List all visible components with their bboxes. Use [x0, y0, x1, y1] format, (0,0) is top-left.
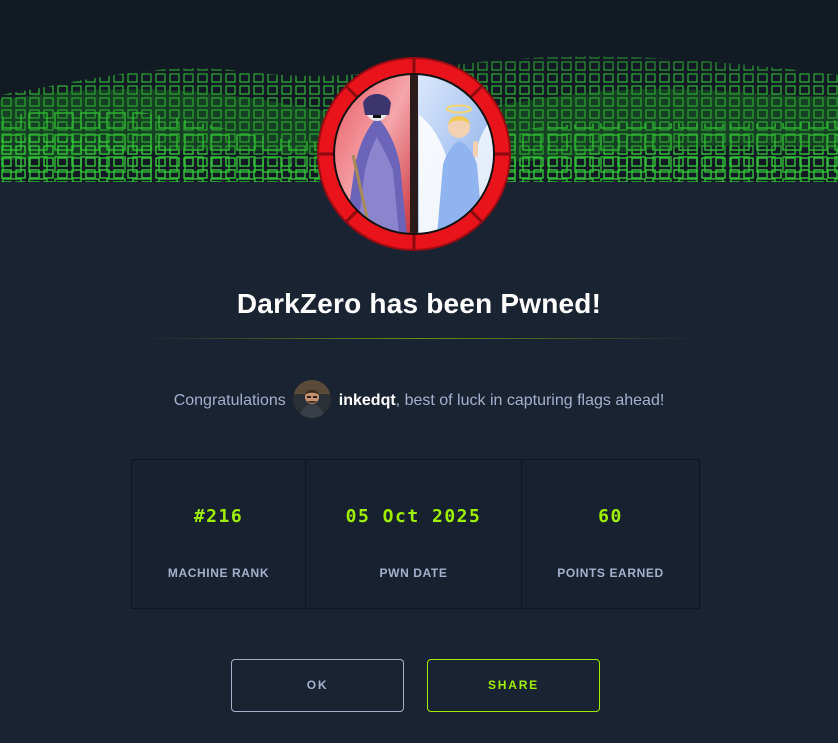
machine-avatar-icon: [315, 55, 513, 253]
stat-value: 05 Oct 2025: [345, 506, 482, 527]
stat-label: MACHINE RANK: [167, 566, 270, 580]
congrats-message: Congratulations inkedqt, best of luck in…: [0, 379, 838, 423]
stat-label: PWN DATE: [379, 566, 448, 580]
ok-button[interactable]: OK: [231, 659, 404, 712]
stat-machine-rank: #216 MACHINE RANK: [132, 460, 306, 608]
user-avatar[interactable]: [292, 379, 331, 418]
stat-label: POINTS EARNED: [557, 566, 664, 580]
stat-pwn-date: 05 Oct 2025 PWN DATE: [306, 460, 522, 608]
share-button[interactable]: SHARE: [427, 659, 600, 712]
congrats-prefix: Congratulations: [173, 392, 286, 409]
congrats-suffix: , best of luck in capturing flags ahead!: [395, 392, 665, 409]
stats-panel: #216 MACHINE RANK 05 Oct 2025 PWN DATE 6…: [131, 459, 700, 609]
title-divider: [140, 338, 700, 339]
page-title: DarkZero has been Pwned!: [236, 288, 602, 319]
stat-points-earned: 60 POINTS EARNED: [522, 460, 699, 608]
stat-value: 60: [598, 506, 623, 527]
username-link[interactable]: inkedqt: [339, 392, 396, 409]
pwned-modal: DarkZero has been Pwned! Congratulations…: [0, 0, 838, 743]
stat-value: #216: [193, 506, 244, 527]
